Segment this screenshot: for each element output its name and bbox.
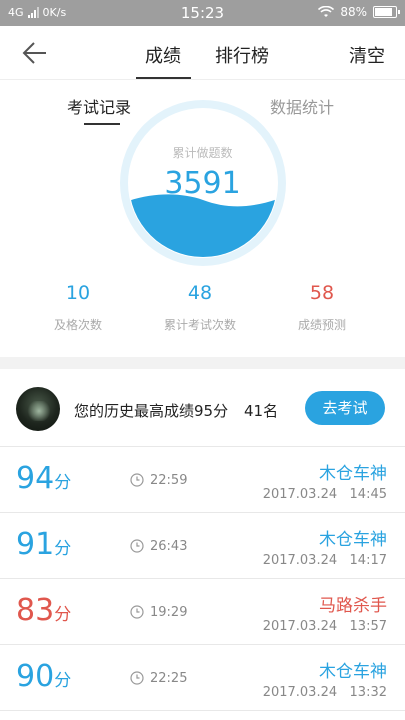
best-score-row: 您的历史最高成绩95分 41名 去考试 (0, 369, 405, 447)
stat-value: 58 (309, 282, 335, 304)
tab-ranking[interactable]: 排行榜 (215, 42, 269, 68)
clear-button[interactable]: 清空 (349, 42, 385, 68)
record-title: 木仓车神 (319, 662, 387, 682)
clock-icon (130, 671, 144, 685)
clock-icon (130, 539, 144, 553)
list-item[interactable]: 90分 22:25 木仓车神 2017.03.24 13:32 (0, 645, 405, 711)
record-title: 木仓车神 (319, 464, 387, 484)
avatar[interactable] (16, 387, 60, 431)
stat-value: 48 (187, 282, 213, 304)
stat-label: 累计考试次数 (163, 318, 236, 332)
record-title: 木仓车神 (319, 530, 387, 550)
battery-percent: 88% (340, 5, 367, 19)
status-bar: 4G 0K/s 15:23 88% (0, 0, 405, 26)
stat-value: 10 (65, 282, 91, 304)
record-duration: 19:29 (150, 605, 188, 620)
record-score: 91分 (16, 527, 72, 562)
record-datetime: 2017.03.24 13:57 (262, 619, 387, 634)
stat-exam-count: 48 累计考试次数 (140, 282, 260, 333)
record-duration: 22:25 (150, 671, 188, 686)
record-duration: 26:43 (150, 539, 188, 554)
best-score-text: 您的历史最高成绩95分 (74, 402, 229, 420)
take-exam-button[interactable]: 去考试 (305, 391, 385, 425)
clock-icon (130, 473, 144, 487)
exam-records-list: 94分 22:59 木仓车神 2017.03.24 14:45 91分 26:4… (0, 447, 405, 711)
list-item[interactable]: 94分 22:59 木仓车神 2017.03.24 14:45 (0, 447, 405, 513)
list-item[interactable]: 91分 26:43 木仓车神 2017.03.24 14:17 (0, 513, 405, 579)
battery-icon (373, 6, 400, 18)
stats-row: 10 及格次数 48 累计考试次数 58 成绩预测 (0, 282, 405, 342)
top-nav: 成绩 排行榜 清空 (0, 26, 405, 80)
stat-score-prediction: 58 成绩预测 (262, 282, 382, 333)
stat-pass-count: 10 及格次数 (18, 282, 138, 333)
status-right: 88% (318, 5, 400, 19)
record-datetime: 2017.03.24 13:32 (262, 685, 387, 700)
back-arrow-icon[interactable] (20, 40, 48, 66)
subtab-indicator (84, 123, 120, 125)
record-datetime: 2017.03.24 14:45 (262, 487, 387, 502)
tab-score[interactable]: 成绩 (145, 42, 181, 68)
best-rank: 41名 (244, 402, 279, 420)
record-title: 马路杀手 (319, 596, 387, 616)
stat-label: 及格次数 (53, 318, 102, 332)
active-tab-indicator (136, 77, 191, 79)
record-score: 90分 (16, 659, 72, 694)
record-duration: 22:59 (150, 473, 188, 488)
clock-icon (130, 605, 144, 619)
record-score: 94分 (16, 461, 72, 496)
record-datetime: 2017.03.24 14:17 (262, 553, 387, 568)
wifi-icon (318, 6, 335, 17)
gauge-label: 累计做题数 (172, 146, 233, 160)
section-divider (0, 357, 405, 369)
record-score: 83分 (16, 593, 72, 628)
list-item[interactable]: 83分 19:29 马路杀手 2017.03.24 13:57 (0, 579, 405, 645)
stat-label: 成绩预测 (297, 318, 346, 332)
gauge-value: 3591 (164, 166, 241, 201)
